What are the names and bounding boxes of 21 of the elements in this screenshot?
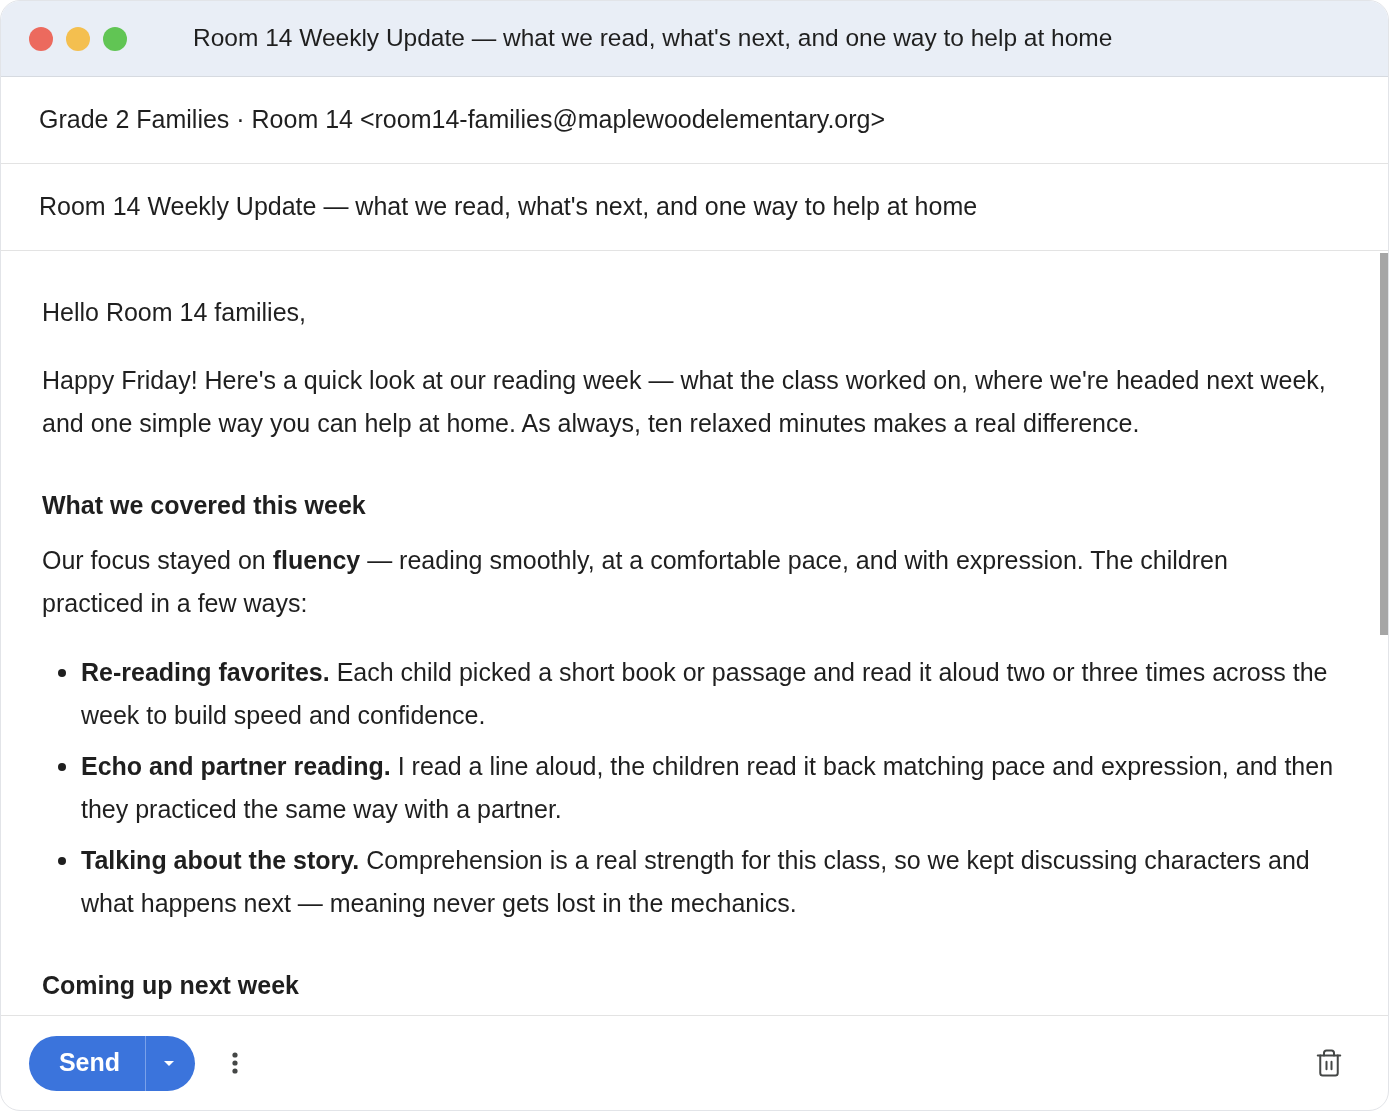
list-item-text: Re-reading favorites. Each child picked a short book or passage and read it aloud two or three times across the week to build speed and confidence. <box>81 657 1329 731</box>
caret-icon <box>163 1060 174 1066</box>
section-heading: Coming up next week <box>42 970 300 1001</box>
bullet-icon <box>58 763 66 771</box>
list-item-text: Talking about the story. Comprehension is a real strength for this class, so we kept discussing characters and what happens next — meaning never gets lost in the mechanics. <box>81 845 1311 919</box>
bullet-icon <box>58 857 66 865</box>
subject-field[interactable]: Room 14 Weekly Update — what we read, what's next, and one way to help at home <box>1 164 1388 251</box>
bullet-icon <box>58 669 66 677</box>
more-vertical-icon <box>232 1052 238 1074</box>
send-options-button[interactable] <box>145 1035 195 1091</box>
scrollbar-thumb[interactable] <box>1380 253 1388 635</box>
recipients-field[interactable]: Grade 2 Families · Room 14 <room14-families@maplewoodelementary.org> <box>1 77 1388 164</box>
send-button[interactable]: Send <box>29 1035 145 1091</box>
body-paragraph: Our focus stayed on fluency — reading smoothly, at a comfortable pace, and with expression. The children practiced in a few ways: <box>42 545 1229 619</box>
window-title: Room 14 Weekly Update — what we read, what's next, and one way to help at home <box>193 23 1113 54</box>
close-window-icon[interactable] <box>29 26 53 51</box>
body-paragraph: Happy Friday! Here's a quick look at our reading week — what the class worked on, where we're headed next week, and one simple way you can help at home. As always, ten relaxed minutes makes a real difference. <box>42 365 1327 439</box>
section-heading: What we covered this week <box>42 490 367 521</box>
trash-icon <box>1314 1048 1344 1078</box>
body-paragraph: Hello Room 14 families, <box>42 297 307 328</box>
list-item-text: Echo and partner reading. I read a line aloud, the children read it back matching pace and expression, and then they practiced the same way with a partner. <box>81 751 1334 825</box>
